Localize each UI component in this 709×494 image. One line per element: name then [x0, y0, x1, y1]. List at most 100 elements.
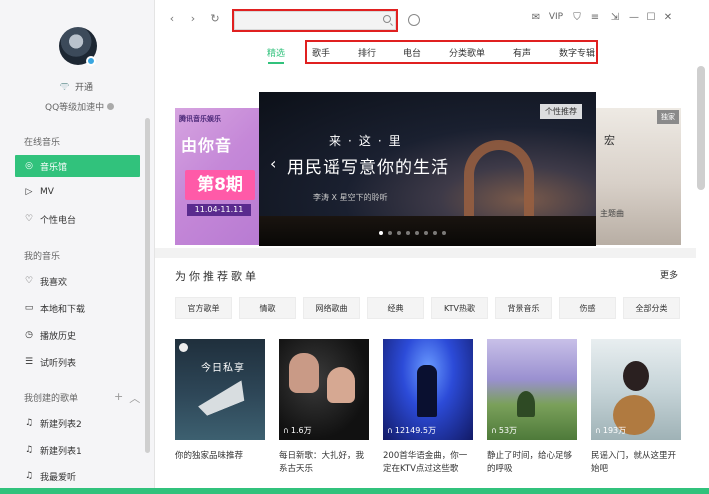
banner-dot[interactable] — [433, 231, 437, 235]
recommend-title: 为你推荐歌单 — [175, 270, 259, 283]
banner-slide-main[interactable]: 来·这·里 用民谣写意你的生活 李涛 X 星空下的聆听 个性推荐 — [259, 92, 596, 246]
sidebar-item-local-downloads[interactable]: ▭ 本地和下载 — [15, 297, 140, 319]
tab-radio[interactable]: 电台 — [403, 46, 421, 59]
sidebar-item-most-loved[interactable]: ♫ 我最爱听 — [15, 465, 140, 487]
playlist-card[interactable]: 193万 民谣入门，就从这里开始吧 — [591, 339, 681, 476]
search-icon[interactable] — [383, 15, 391, 23]
play-count: 193万 — [595, 425, 626, 436]
radio-heart-icon: ♡ — [24, 213, 34, 224]
sidebar-item-label: 新建列表2 — [40, 419, 82, 430]
playlist-title[interactable]: 你的独家品味推荐 — [175, 450, 265, 463]
close-icon[interactable]: ✕ — [660, 12, 676, 23]
back-arrow-icon[interactable]: ‹ — [165, 12, 179, 25]
banner-slide-right[interactable]: 独家 宏 主题曲 — [590, 108, 681, 245]
note-icon: ♫ — [24, 444, 34, 455]
playlist-cover[interactable]: 12149.5万 — [383, 339, 473, 440]
sidebar-item-favorites[interactable]: ♡ 我喜欢 — [15, 270, 140, 292]
sidebar-item-preview-list[interactable]: ☰ 试听列表 — [15, 351, 140, 373]
music-hall-icon: ◎ — [25, 160, 33, 171]
playlist-title[interactable]: 每日新歌：大扎好，我系古天乐 — [279, 450, 369, 476]
banner-dot[interactable] — [397, 231, 401, 235]
banner-slide-left[interactable]: 腾讯音乐娱乐 由你音 第8期 11.04-11.11 — [175, 108, 267, 245]
sidebar-item-radio[interactable]: ♡ 个性电台 — [15, 208, 140, 230]
category-button[interactable]: 网络歌曲 — [303, 297, 360, 319]
exclusive-badge: 独家 — [657, 110, 679, 124]
sidebar-item-label: 音乐馆 — [40, 162, 68, 173]
history-clock-icon: ◷ — [25, 329, 33, 340]
artist-photo — [289, 353, 319, 393]
sidebar-item-playlist-1[interactable]: ♫ 新建列表1 — [15, 439, 140, 461]
vip-open-row[interactable]: 开通 — [60, 80, 93, 93]
sidebar: 开通 QQ等级加速中 在线音乐 ◎ 音乐馆 ▷ MV ♡ 个性电台 我的音乐 ♡… — [0, 0, 155, 494]
sidebar-item-label: 试听列表 — [40, 358, 77, 369]
recommend-more-link[interactable]: 更多 — [660, 268, 678, 281]
playlist-title[interactable]: 静止了时间，给心足够的呼吸 — [487, 450, 577, 476]
qq-level-row[interactable]: QQ等级加速中 — [45, 100, 115, 113]
banner-dot[interactable] — [442, 231, 446, 235]
category-button[interactable]: 情歌 — [239, 297, 296, 319]
tab-digital-albums[interactable]: 数字专辑 — [559, 46, 595, 59]
sidebar-item-playlist-2[interactable]: ♫ 新建列表2 — [15, 412, 140, 434]
window-controls: ✉ VIP ⛉ ≡ ⇲ — ☐ ✕ — [528, 12, 676, 23]
sidebar-item-label: 我最爱听 — [40, 472, 77, 483]
mini-mode-icon[interactable]: ⇲ — [604, 12, 626, 23]
category-button[interactable]: 官方歌单 — [175, 297, 232, 319]
banner-right-title: 宏 — [604, 134, 615, 147]
banner-dot[interactable] — [424, 231, 428, 235]
refresh-icon[interactable]: ↻ — [208, 12, 222, 25]
mail-icon[interactable]: ✉ — [528, 12, 544, 23]
tab-charts[interactable]: 排行 — [358, 46, 376, 59]
search-input[interactable] — [234, 11, 396, 30]
playlist-title[interactable]: 200首华语金曲，你一定在KTV点过这些歌 — [383, 450, 473, 476]
playlist-card[interactable]: 12149.5万 200首华语金曲，你一定在KTV点过这些歌 — [383, 339, 473, 476]
playlist-cover[interactable]: 今日私享 — [175, 339, 265, 440]
section-online-music: 在线音乐 — [24, 138, 61, 148]
menu-icon[interactable]: ≡ — [586, 12, 604, 23]
playlist-card[interactable]: 今日私享 你的独家品味推荐 — [175, 339, 265, 476]
minimize-icon[interactable]: — — [626, 12, 642, 23]
info-circle-icon — [107, 103, 115, 110]
category-button[interactable]: 背景音乐 — [495, 297, 552, 319]
sidebar-item-music-hall[interactable]: ◎ 音乐馆 — [15, 155, 140, 177]
banner-dot[interactable] — [415, 231, 419, 235]
sidebar-item-label: 本地和下载 — [40, 304, 86, 315]
playlist-card[interactable]: 1.6万 每日新歌：大扎好，我系古天乐 — [279, 339, 369, 476]
banner-dot[interactable] — [379, 231, 383, 235]
personal-recommend-tag: 个性推荐 — [540, 104, 582, 119]
skin-shirt-icon[interactable]: ⛉ — [568, 12, 586, 23]
player-bar-edge — [0, 488, 709, 494]
qq-level-label: QQ等级加速中 — [45, 103, 105, 113]
playlist-cover[interactable]: 53万 — [487, 339, 577, 440]
vip-button[interactable]: VIP — [544, 12, 568, 23]
tab-singers[interactable]: 歌手 — [312, 46, 330, 59]
playlist-card[interactable]: 53万 静止了时间，给心足够的呼吸 — [487, 339, 577, 476]
note-icon: ♫ — [24, 417, 34, 428]
collapse-chevron-icon[interactable]: ︿ — [129, 390, 140, 406]
forward-arrow-icon[interactable]: › — [186, 12, 200, 25]
playlist-cover[interactable]: 1.6万 — [279, 339, 369, 440]
listen-identify-icon[interactable] — [408, 14, 420, 26]
category-button[interactable]: 经典 — [367, 297, 424, 319]
banner-dot[interactable] — [406, 231, 410, 235]
category-button[interactable]: KTV热歌 — [431, 297, 488, 319]
tab-featured[interactable]: 精选 — [267, 46, 285, 59]
heart-icon: ♡ — [24, 275, 34, 286]
tab-categories[interactable]: 分类歌单 — [449, 46, 485, 59]
banner-carousel[interactable]: 腾讯音乐娱乐 由你音 第8期 11.04-11.11 独家 宏 主题曲 来·这·… — [175, 92, 681, 246]
diamond-icon — [60, 83, 69, 90]
main-scrollbar[interactable] — [697, 66, 705, 190]
sidebar-item-history[interactable]: ◷ 播放历史 — [15, 324, 140, 346]
banner-dot[interactable] — [388, 231, 392, 235]
sidebar-item-mv[interactable]: ▷ MV — [15, 181, 140, 203]
banner-prev-arrow-icon[interactable]: ‹ — [270, 154, 276, 173]
playlist-title[interactable]: 民谣入门，就从这里开始吧 — [591, 450, 681, 476]
playlist-cover[interactable]: 193万 — [591, 339, 681, 440]
maximize-icon[interactable]: ☐ — [642, 12, 660, 23]
banner-left-show: 由你音 — [181, 136, 233, 155]
sidebar-scrollbar[interactable] — [145, 118, 150, 453]
add-playlist-icon[interactable]: + — [114, 390, 123, 406]
category-button[interactable]: 全部分类 — [623, 297, 680, 319]
sidebar-item-label: 个性电台 — [40, 215, 77, 226]
tab-audio[interactable]: 有声 — [513, 46, 531, 59]
category-button[interactable]: 伤感 — [559, 297, 616, 319]
